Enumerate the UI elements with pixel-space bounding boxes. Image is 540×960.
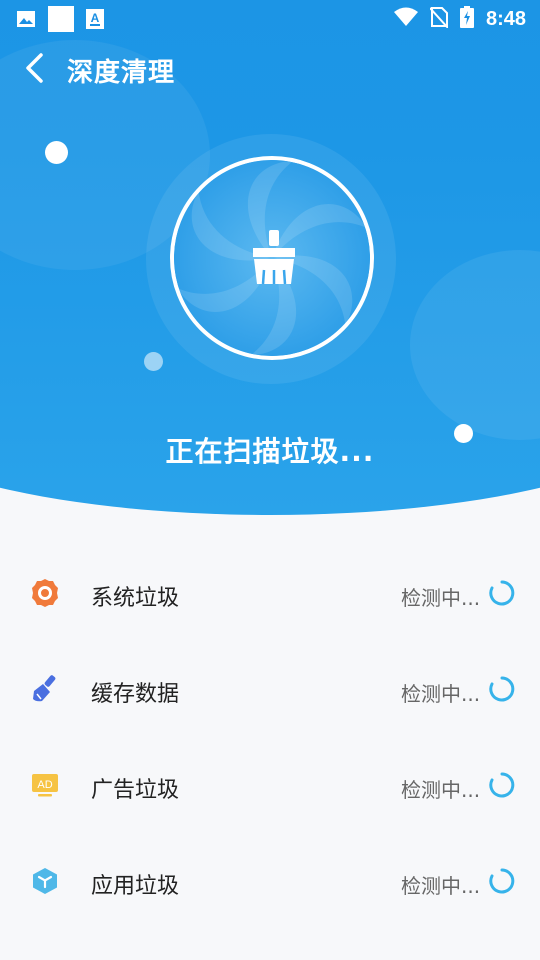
item-label: 应用垃圾 (91, 874, 180, 899)
loading-spinner-icon (488, 675, 516, 703)
item-label: 广告垃圾 (91, 778, 180, 803)
back-button[interactable] (14, 50, 54, 90)
status-bar: A 8:48 (0, 0, 540, 36)
battery-charging-icon (459, 6, 474, 32)
loading-spinner-icon (488, 579, 516, 607)
broom-icon (249, 230, 299, 288)
loading-spinner-icon (488, 771, 516, 799)
decorative-dot (45, 141, 68, 164)
loading-spinner-icon (488, 867, 516, 895)
clock: 8:48 (485, 7, 526, 30)
no-sim-icon (429, 6, 449, 32)
svg-text:A: A (91, 11, 100, 25)
wifi-icon (393, 7, 418, 31)
svg-text:AD: AD (37, 779, 52, 791)
ad-icon: AD (28, 768, 62, 802)
white-square-icon (48, 6, 74, 36)
scan-fan (170, 156, 374, 360)
font-a-icon: A (86, 9, 104, 33)
list-item-app-junk[interactable]: 应用垃圾 检测中... (0, 834, 540, 930)
page-title: 深度清理 (67, 58, 176, 88)
brush-icon (28, 672, 62, 706)
list-item-cache-data[interactable]: 缓存数据 检测中... (0, 642, 540, 738)
chevron-left-icon (23, 52, 45, 88)
item-label: 缓存数据 (91, 682, 180, 707)
cube-icon (28, 864, 62, 898)
item-status: 检测中... (401, 778, 481, 802)
list-item-system-junk[interactable]: 系统垃圾 检测中... (0, 546, 540, 642)
list-item-ad-junk[interactable]: AD 广告垃圾 检测中... (0, 738, 540, 834)
clean-category-list: 系统垃圾 检测中... 缓存数据 检测中... AD 广告垃圾 检测中... 应… (0, 546, 540, 930)
toolbar: 深度清理 (0, 44, 540, 96)
gear-icon (28, 576, 62, 610)
gallery-icon (16, 9, 36, 33)
item-label: 系统垃圾 (91, 586, 180, 611)
item-status: 检测中... (401, 682, 481, 706)
scan-status-text: 正在扫描垃圾... (165, 435, 375, 468)
item-status: 检测中... (401, 586, 481, 610)
decorative-dot (144, 352, 163, 371)
item-status: 检测中... (401, 874, 481, 898)
scan-indicator (146, 134, 396, 384)
